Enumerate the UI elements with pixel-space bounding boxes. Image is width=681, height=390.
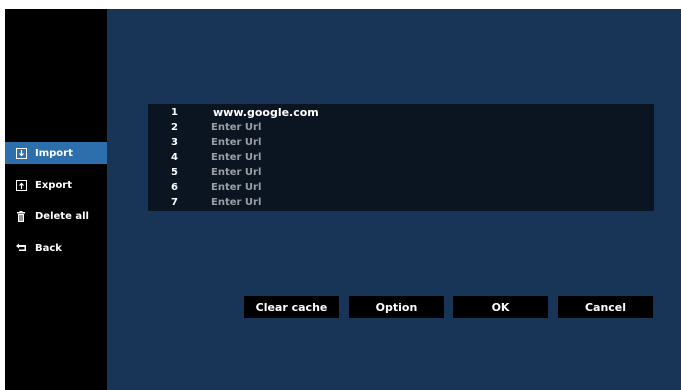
- url-row-1[interactable]: 1 www.google.com: [148, 105, 654, 120]
- url-input[interactable]: Enter Url: [211, 197, 261, 208]
- url-row-number: 6: [171, 182, 178, 193]
- url-input[interactable]: Enter Url: [211, 167, 261, 178]
- url-row-number: 1: [171, 107, 178, 118]
- url-row-5[interactable]: 5 Enter Url: [148, 165, 654, 180]
- url-input[interactable]: Enter Url: [211, 182, 261, 193]
- sidebar-item-label: Delete all: [35, 210, 89, 222]
- url-row-number: 3: [171, 137, 178, 148]
- url-list: 1 www.google.com 2 Enter Url 3 Enter Url…: [148, 104, 654, 211]
- sidebar-item-import[interactable]: Import: [5, 142, 107, 164]
- url-row-number: 5: [171, 167, 178, 178]
- trash-icon: [14, 210, 28, 222]
- url-row-7[interactable]: 7 Enter Url: [148, 195, 654, 210]
- main-panel: 1 www.google.com 2 Enter Url 3 Enter Url…: [107, 9, 681, 390]
- url-row-number: 4: [171, 152, 178, 163]
- url-input[interactable]: Enter Url: [211, 122, 261, 133]
- url-input[interactable]: Enter Url: [211, 137, 261, 148]
- sidebar-item-back[interactable]: Back: [5, 237, 107, 259]
- import-icon: [14, 147, 28, 159]
- sidebar: Import Export Delete all Back: [5, 9, 107, 390]
- url-input[interactable]: www.google.com: [213, 106, 319, 119]
- ok-button[interactable]: OK: [453, 296, 548, 318]
- back-icon: [14, 243, 28, 253]
- sidebar-item-export[interactable]: Export: [5, 174, 107, 196]
- sidebar-item-delete-all[interactable]: Delete all: [5, 205, 107, 227]
- url-row-4[interactable]: 4 Enter Url: [148, 150, 654, 165]
- url-input[interactable]: Enter Url: [211, 152, 261, 163]
- clear-cache-button[interactable]: Clear cache: [244, 296, 339, 318]
- option-button[interactable]: Option: [349, 296, 444, 318]
- url-row-number: 7: [171, 197, 178, 208]
- export-icon: [14, 179, 28, 191]
- sidebar-item-label: Back: [35, 242, 62, 254]
- url-row-6[interactable]: 6 Enter Url: [148, 180, 654, 195]
- url-row-2[interactable]: 2 Enter Url: [148, 120, 654, 135]
- sidebar-item-label: Import: [35, 147, 73, 159]
- url-row-3[interactable]: 3 Enter Url: [148, 135, 654, 150]
- sidebar-item-label: Export: [35, 179, 73, 191]
- url-row-number: 2: [171, 122, 178, 133]
- top-strip: [0, 0, 681, 9]
- cancel-button[interactable]: Cancel: [558, 296, 653, 318]
